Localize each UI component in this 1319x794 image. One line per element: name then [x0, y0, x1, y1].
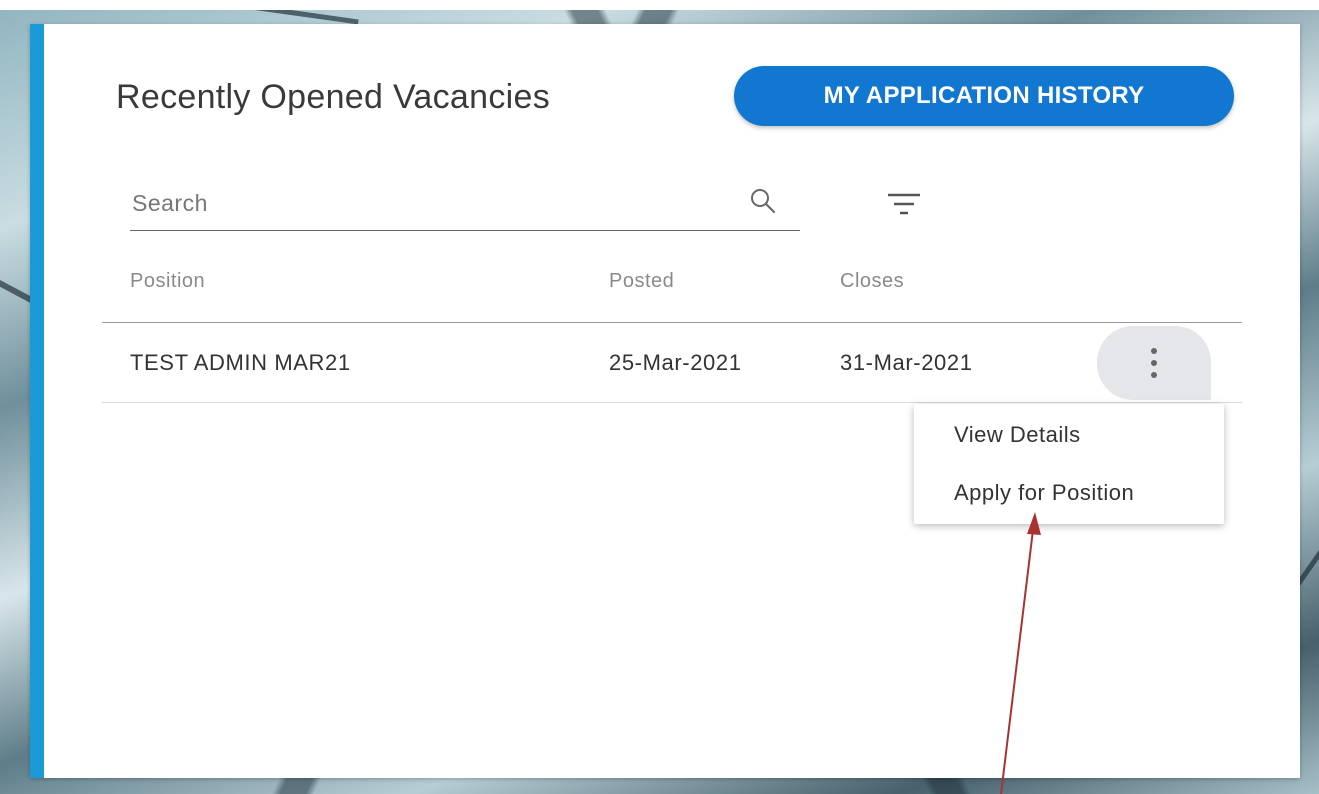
my-application-history-button[interactable]: MY APPLICATION HISTORY — [734, 66, 1234, 126]
column-header-posted[interactable]: Posted — [609, 270, 674, 293]
filter-icon[interactable] — [884, 189, 924, 219]
search-input[interactable] — [130, 182, 724, 224]
row-actions-menu: View Details Apply for Position — [914, 404, 1224, 524]
menu-item-view-details[interactable]: View Details — [914, 406, 1224, 464]
cell-posted: 25-Mar-2021 — [609, 350, 742, 375]
search-icon[interactable] — [748, 186, 778, 216]
page-title: Recently Opened Vacancies — [116, 78, 551, 116]
vacancies-card: Recently Opened Vacancies MY APPLICATION… — [30, 24, 1300, 778]
cell-position: TEST ADMIN MAR21 — [130, 350, 351, 375]
header-divider — [102, 322, 1242, 323]
cell-closes: 31-Mar-2021 — [840, 350, 973, 375]
table-row[interactable]: TEST ADMIN MAR21 25-Mar-2021 31-Mar-2021 — [102, 324, 1242, 402]
row-divider — [102, 402, 1242, 403]
row-actions-button[interactable] — [1097, 326, 1211, 400]
top-strip — [0, 0, 1319, 10]
column-header-position[interactable]: Position — [130, 270, 205, 293]
search-field — [130, 174, 800, 231]
column-header-closes[interactable]: Closes — [840, 270, 904, 293]
menu-item-apply-for-position[interactable]: Apply for Position — [914, 464, 1224, 522]
